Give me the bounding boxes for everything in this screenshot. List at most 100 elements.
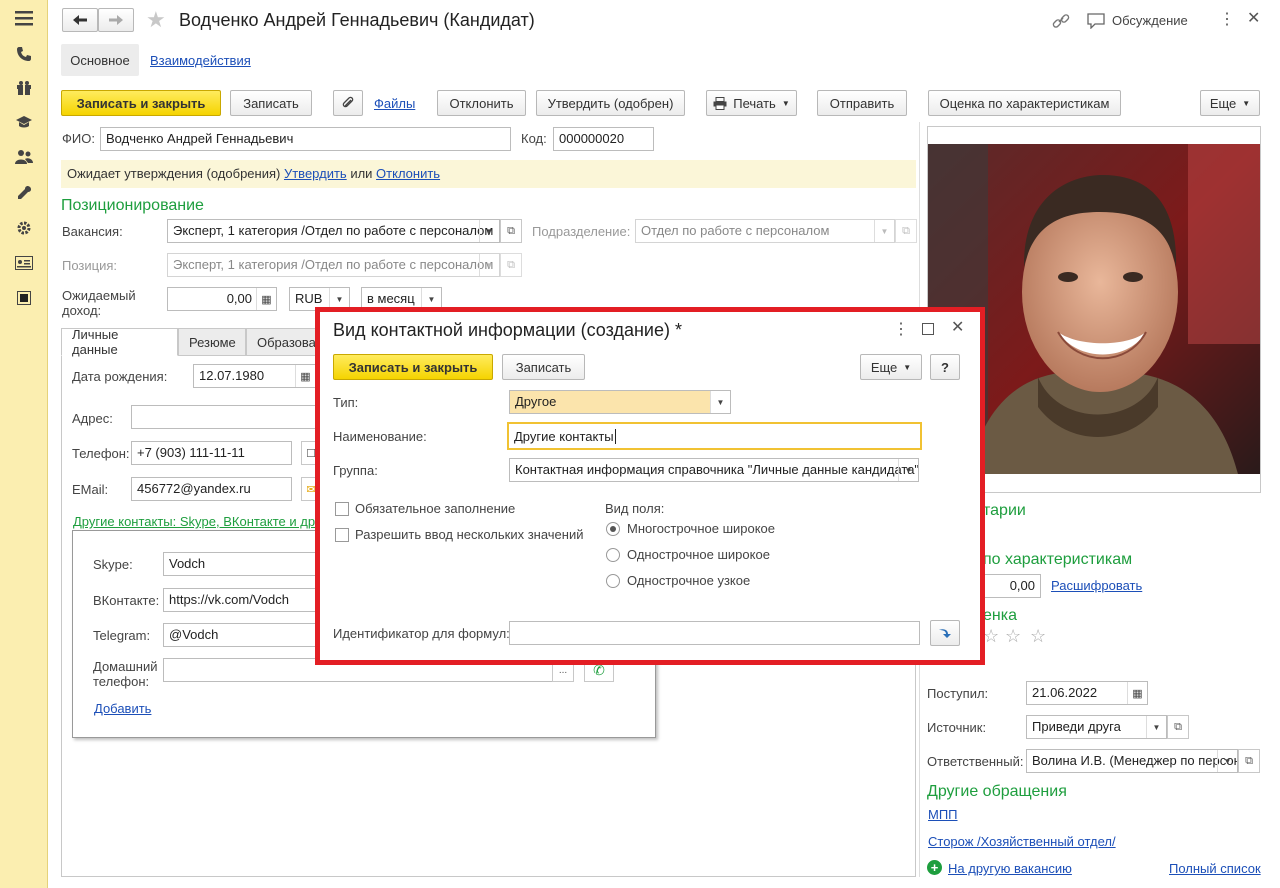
close-icon[interactable]: ✕ (1247, 11, 1260, 27)
phone-icon[interactable] (12, 42, 36, 66)
radio-single-narrow[interactable] (606, 574, 620, 588)
full-list-link[interactable]: Полный список (1169, 861, 1261, 876)
dropdown-arrow-icon[interactable]: ▼ (710, 391, 730, 413)
open-form-icon[interactable]: ⧉ (1238, 749, 1260, 773)
tab-interactions[interactable]: Взаимодействия (150, 53, 251, 68)
discussion-label[interactable]: Обсуждение (1112, 13, 1188, 28)
dialog-more-vert-icon[interactable]: ⋮ (893, 322, 909, 338)
multiple-values-checkbox[interactable] (335, 528, 349, 542)
position-select: Эксперт, 1 категория /Отдел по работе с … (167, 253, 500, 277)
responsible-select[interactable]: Волина И.В. (Менеджер по персоналу) ▼ (1026, 749, 1238, 773)
gear-icon[interactable] (12, 216, 36, 240)
tab-personal[interactable]: Личные данные (61, 327, 178, 357)
guard-link[interactable]: Сторож /Хозяйственный отдел/ (928, 834, 1116, 849)
dropdown-arrow-icon[interactable]: ▼ (1146, 716, 1166, 738)
more-vert-icon[interactable]: ⋮ (1219, 12, 1235, 28)
notice-reject-link[interactable]: Отклонить (376, 166, 440, 181)
wrench-icon[interactable] (12, 181, 36, 205)
income-input[interactable]: 0,00 ▦ (167, 287, 277, 311)
more-button[interactable]: Еще ▼ (1200, 90, 1260, 116)
dialog-title: Вид контактной информации (создание) * (333, 320, 682, 340)
add-circle-icon[interactable]: + (927, 860, 942, 875)
help-button[interactable]: ? (930, 354, 960, 380)
print-button[interactable]: Печать ▼ (706, 90, 797, 116)
graduation-cap-icon[interactable] (12, 110, 36, 134)
vacancy-select[interactable]: Эксперт, 1 категория /Отдел по работе с … (167, 219, 500, 243)
curved-arrow-icon (939, 629, 951, 638)
files-link[interactable]: Файлы (374, 96, 415, 111)
birth-label: Дата рождения: (72, 369, 168, 384)
open-form-icon[interactable]: ⧉ (1167, 715, 1189, 739)
telegram-input[interactable]: @Vodch (163, 623, 323, 647)
phone-input[interactable]: +7 (903) 111-11-11 (131, 441, 292, 465)
birth-date-input[interactable]: 12.07.1980 ▦ (193, 364, 316, 388)
reject-button[interactable]: Отклонить (437, 90, 526, 116)
decode-link[interactable]: Расшифровать (1051, 578, 1142, 593)
dropdown-arrow-icon[interactable]: ▼ (479, 220, 499, 242)
calendar-icon[interactable]: ▦ (1127, 682, 1147, 704)
calendar-icon[interactable]: ▦ (295, 365, 315, 387)
name-input[interactable]: Другие контакты (507, 422, 922, 450)
rating-star-icon[interactable]: ☆ (983, 626, 999, 647)
attach-button[interactable] (333, 90, 363, 116)
radio-multiline-wide[interactable] (606, 522, 620, 536)
evaluate-button[interactable]: Оценка по характеристикам (928, 90, 1121, 116)
vk-label: ВКонтакте: (93, 593, 160, 608)
forward-button[interactable] (98, 8, 134, 32)
link-icon[interactable] (1052, 13, 1070, 32)
code-input[interactable]: 000000020 (553, 127, 654, 151)
formula-id-input[interactable] (509, 621, 920, 645)
vk-input[interactable]: https://vk.com/Vodch (163, 588, 323, 612)
maximize-icon[interactable] (922, 323, 934, 335)
add-contact-link[interactable]: Добавить (94, 701, 151, 716)
calculator-icon[interactable]: ▦ (256, 288, 276, 310)
radio-single-wide[interactable] (606, 548, 620, 562)
favorite-star-icon[interactable]: ★ (146, 8, 166, 32)
responsible-label: Ответственный: (927, 754, 1024, 769)
id-card-icon[interactable] (12, 251, 36, 275)
type-select[interactable]: Другое ▼ (509, 390, 731, 414)
another-vacancy-link[interactable]: На другую вакансию (948, 861, 1072, 876)
vacancy-value: Эксперт, 1 категория /Отдел по работе с … (173, 223, 494, 238)
dialog-more-button[interactable]: Еще ▼ (860, 354, 922, 380)
required-checkbox[interactable] (335, 502, 349, 516)
open-form-icon[interactable]: ⧉ (500, 219, 522, 243)
address-input[interactable] (131, 405, 321, 429)
mpp-link[interactable]: МПП (928, 807, 958, 822)
skype-input[interactable]: Vodch (163, 552, 323, 576)
received-date-input[interactable]: 21.06.2022 ▦ (1026, 681, 1148, 705)
dropdown-arrow-icon[interactable]: ▼ (1217, 750, 1237, 772)
fio-input[interactable]: Водченко Андрей Геннадьевич (100, 127, 511, 151)
tab-resume[interactable]: Резюме (178, 328, 246, 356)
dialog-close-icon[interactable]: ✕ (951, 320, 964, 336)
tab-main[interactable]: Основное (61, 44, 139, 76)
source-select[interactable]: Приведи друга ▼ (1026, 715, 1167, 739)
send-button[interactable]: Отправить (817, 90, 907, 116)
fio-label: ФИО: (62, 131, 95, 146)
dropdown-arrow-icon[interactable]: ▼ (898, 459, 918, 481)
arrow-left-icon (73, 15, 87, 25)
other-requests-title: Другие обращения (927, 783, 1067, 800)
menu-icon[interactable] (12, 6, 36, 30)
formula-action-button[interactable] (930, 620, 960, 646)
save-button[interactable]: Записать (230, 90, 312, 116)
back-button[interactable] (62, 8, 98, 32)
comments-title: тарии (983, 502, 1026, 519)
other-contacts-link[interactable]: Другие контакты: Skype, ВКонтакте и др (73, 514, 315, 529)
approve-button[interactable]: Утвердить (одобрен) (536, 90, 685, 116)
users-icon[interactable] (12, 145, 36, 169)
discussion-icon[interactable] (1087, 13, 1105, 32)
tab-education[interactable]: Образова (246, 328, 326, 356)
save-close-button[interactable]: Записать и закрыть (61, 90, 221, 116)
position-label: Позиция: (62, 258, 118, 273)
division-value: Отдел по работе с персоналом (641, 223, 830, 238)
rating-star-icon[interactable]: ☆ (1005, 626, 1021, 647)
gift-icon[interactable] (12, 76, 36, 100)
rating-star-icon[interactable]: ☆ (1030, 626, 1046, 647)
group-select[interactable]: Контактная информация справочника "Личны… (509, 458, 919, 482)
notice-approve-link[interactable]: Утвердить (284, 166, 347, 181)
dialog-save-button[interactable]: Записать (502, 354, 585, 380)
stop-square-icon[interactable] (12, 286, 36, 310)
dialog-save-close-button[interactable]: Записать и закрыть (333, 354, 493, 380)
email-input[interactable]: 456772@yandex.ru (131, 477, 292, 501)
